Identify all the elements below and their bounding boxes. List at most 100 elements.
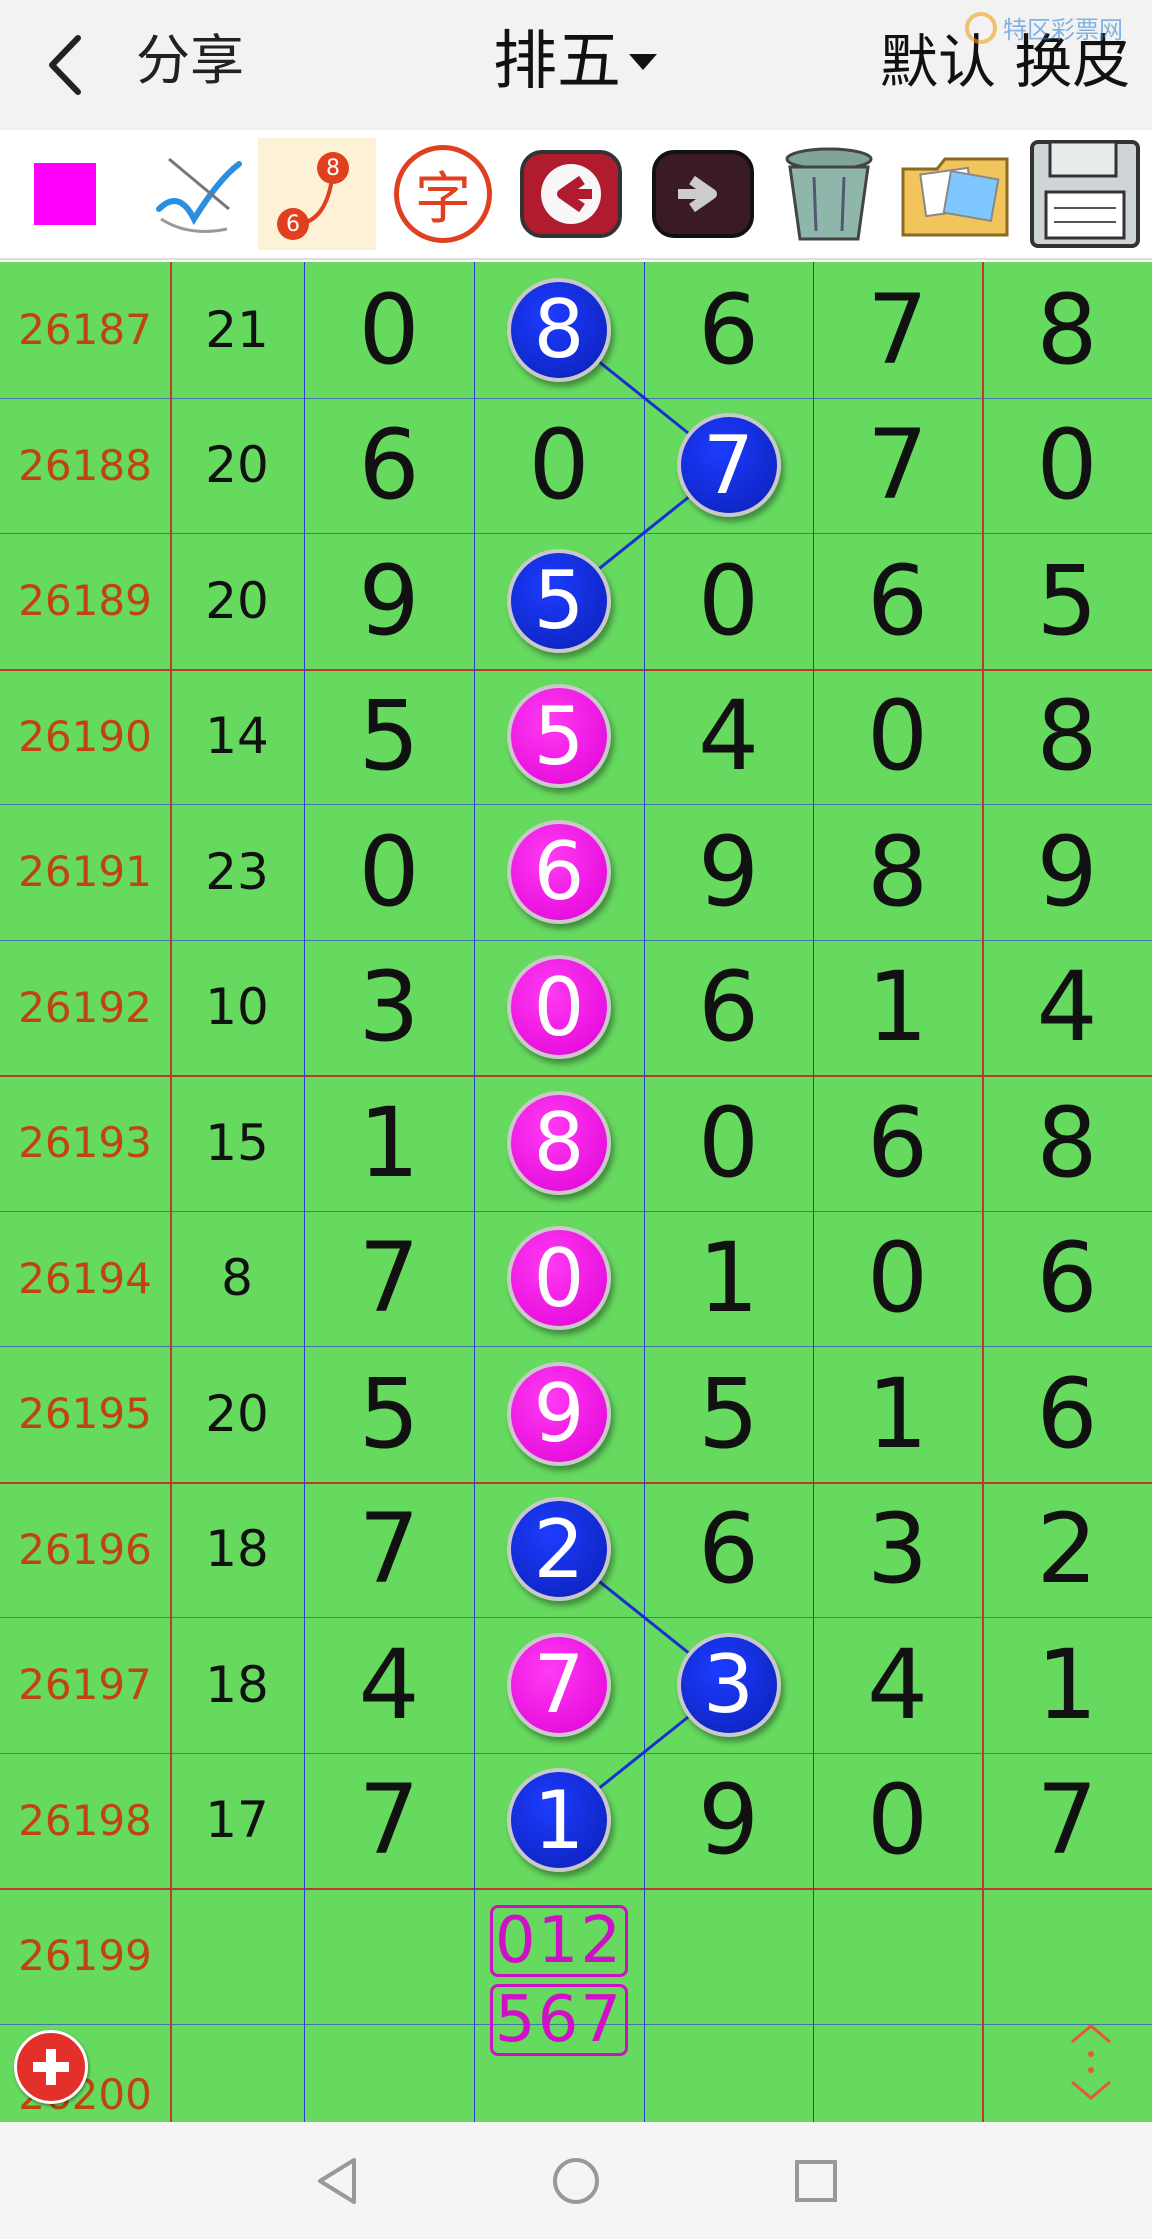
digit-cell[interactable]: 7: [813, 398, 982, 534]
redo-button[interactable]: [644, 138, 762, 250]
image-button[interactable]: [896, 138, 1014, 250]
table-row[interactable]: 26190 14 5 5 4 0 8: [0, 669, 1152, 805]
digit-cell[interactable]: 0: [474, 940, 644, 1076]
digit-cell[interactable]: 8: [474, 262, 644, 398]
table-row[interactable]: 26198 17 7 1 9 0 7: [0, 1753, 1152, 1889]
digit-cell[interactable]: [644, 2024, 813, 2123]
connect-tool-button[interactable]: 8 6: [258, 138, 376, 250]
digit-cell[interactable]: 8: [813, 804, 982, 940]
table-row[interactable]: 26187 21 0 8 6 7 8: [0, 262, 1152, 398]
nav-recents-icon[interactable]: [789, 2154, 843, 2208]
lottery-title-dropdown[interactable]: 排五: [493, 22, 657, 102]
digit-cell[interactable]: 7: [304, 1482, 474, 1618]
digit-cell[interactable]: 7: [813, 262, 982, 398]
color-swatch-button[interactable]: [6, 138, 124, 250]
digit-cell[interactable]: 8: [982, 1075, 1152, 1211]
table-row[interactable]: 26193 15 1 8 0 6 8: [0, 1075, 1152, 1211]
add-button[interactable]: [14, 2030, 88, 2104]
digit-cell[interactable]: 1: [813, 940, 982, 1076]
digit-cell[interactable]: 5: [474, 669, 644, 805]
table-row[interactable]: 26196 18 7 2 6 3 2: [0, 1482, 1152, 1618]
digit-cell[interactable]: 4: [982, 940, 1152, 1076]
digit-cell[interactable]: 6: [644, 262, 813, 398]
digit-cell[interactable]: 4: [304, 1617, 474, 1753]
digit-cell[interactable]: 1: [644, 1211, 813, 1347]
digit-cell[interactable]: 0: [813, 1753, 982, 1889]
digit-cell[interactable]: [813, 2024, 982, 2123]
back-arrow-icon[interactable]: [40, 30, 90, 100]
digit-cell[interactable]: 7: [982, 1753, 1152, 1889]
digit-value: 8: [1036, 680, 1098, 793]
digit-cell[interactable]: 7: [474, 1617, 644, 1753]
digit-cell[interactable]: 7: [644, 398, 813, 534]
digit-cell[interactable]: 9: [304, 533, 474, 669]
digit-cell[interactable]: 5: [304, 1346, 474, 1482]
table-row[interactable]: 26195 20 5 9 5 1 6: [0, 1346, 1152, 1482]
digit-cell[interactable]: 0: [474, 398, 644, 534]
table-row[interactable]: 26189 20 9 5 0 6 5: [0, 533, 1152, 669]
digit-cell[interactable]: 5: [304, 669, 474, 805]
digit-cell[interactable]: [304, 1888, 474, 2024]
nav-home-icon[interactable]: [549, 2154, 603, 2208]
digit-cell[interactable]: 9: [644, 1753, 813, 1889]
digit-cell[interactable]: 0: [474, 1211, 644, 1347]
table-row[interactable]: 26194 8 7 0 1 0 6: [0, 1211, 1152, 1347]
digit-cell[interactable]: 5: [982, 533, 1152, 669]
digit-cell[interactable]: 7: [304, 1211, 474, 1347]
nav-back-icon[interactable]: [310, 2154, 364, 2208]
clear-button[interactable]: [770, 138, 888, 250]
digit-cell[interactable]: 5: [474, 533, 644, 669]
table-row[interactable]: 26191 23 0 6 9 8 9: [0, 804, 1152, 940]
digit-cell[interactable]: 9: [982, 804, 1152, 940]
digit-cell[interactable]: 1: [304, 1075, 474, 1211]
digit-cell[interactable]: 3: [813, 1482, 982, 1618]
digit-cell[interactable]: 9: [474, 1346, 644, 1482]
digit-cell[interactable]: 7: [304, 1753, 474, 1889]
digit-cell[interactable]: 6: [813, 533, 982, 669]
digit-cell[interactable]: 0: [813, 1211, 982, 1347]
digit-cell[interactable]: [644, 1888, 813, 2024]
table-row[interactable]: 26188 20 6 0 7 7 0: [0, 398, 1152, 534]
digit-cell[interactable]: 8: [982, 262, 1152, 398]
digit-cell[interactable]: 8: [982, 669, 1152, 805]
digit-cell[interactable]: 2: [474, 1482, 644, 1618]
digit-cell[interactable]: 6: [813, 1075, 982, 1211]
digit-cell[interactable]: 6: [982, 1211, 1152, 1347]
save-button[interactable]: [1026, 138, 1144, 250]
digit-cell[interactable]: 6: [644, 1482, 813, 1618]
digit-cell[interactable]: 6: [304, 398, 474, 534]
pen-tool-button[interactable]: [140, 138, 258, 250]
digit-cell[interactable]: 0: [813, 669, 982, 805]
digit-cell[interactable]: 1: [474, 1753, 644, 1889]
text-tool-button[interactable]: 字: [384, 138, 502, 250]
digit-cell[interactable]: [813, 1888, 982, 2024]
table-row[interactable]: 26192 10 3 0 6 1 4: [0, 940, 1152, 1076]
digit-cell[interactable]: 6: [982, 1346, 1152, 1482]
scroll-toggle-icon[interactable]: [1066, 2020, 1116, 2104]
digit-cell[interactable]: 4: [644, 669, 813, 805]
digit-cell[interactable]: 0: [982, 398, 1152, 534]
digit-cell[interactable]: 0: [644, 1075, 813, 1211]
prediction-box-2[interactable]: 567: [490, 1983, 628, 2057]
undo-button[interactable]: [512, 138, 630, 250]
digit-cell[interactable]: 8: [474, 1075, 644, 1211]
prediction-box-1[interactable]: 012: [490, 1904, 628, 1978]
table-row[interactable]: 26197 18 4 7 3 4 1: [0, 1617, 1152, 1753]
digit-cell[interactable]: [304, 2024, 474, 2123]
digit-cell[interactable]: 2: [982, 1482, 1152, 1618]
digit-cell[interactable]: 4: [813, 1617, 982, 1753]
digit-cell[interactable]: [982, 1888, 1152, 2024]
share-button[interactable]: 分享: [136, 26, 244, 96]
digit-cell[interactable]: 3: [304, 940, 474, 1076]
digit-cell[interactable]: 0: [644, 533, 813, 669]
digit-cell[interactable]: 9: [644, 804, 813, 940]
digit-cell[interactable]: 0: [304, 262, 474, 398]
digit-cell[interactable]: 6: [644, 940, 813, 1076]
digit-cell[interactable]: 3: [644, 1617, 813, 1753]
blue-number-ball: 5: [507, 548, 611, 653]
digit-cell[interactable]: 6: [474, 804, 644, 940]
digit-cell[interactable]: 1: [982, 1617, 1152, 1753]
digit-cell[interactable]: 5: [644, 1346, 813, 1482]
digit-cell[interactable]: 1: [813, 1346, 982, 1482]
digit-cell[interactable]: 0: [304, 804, 474, 940]
